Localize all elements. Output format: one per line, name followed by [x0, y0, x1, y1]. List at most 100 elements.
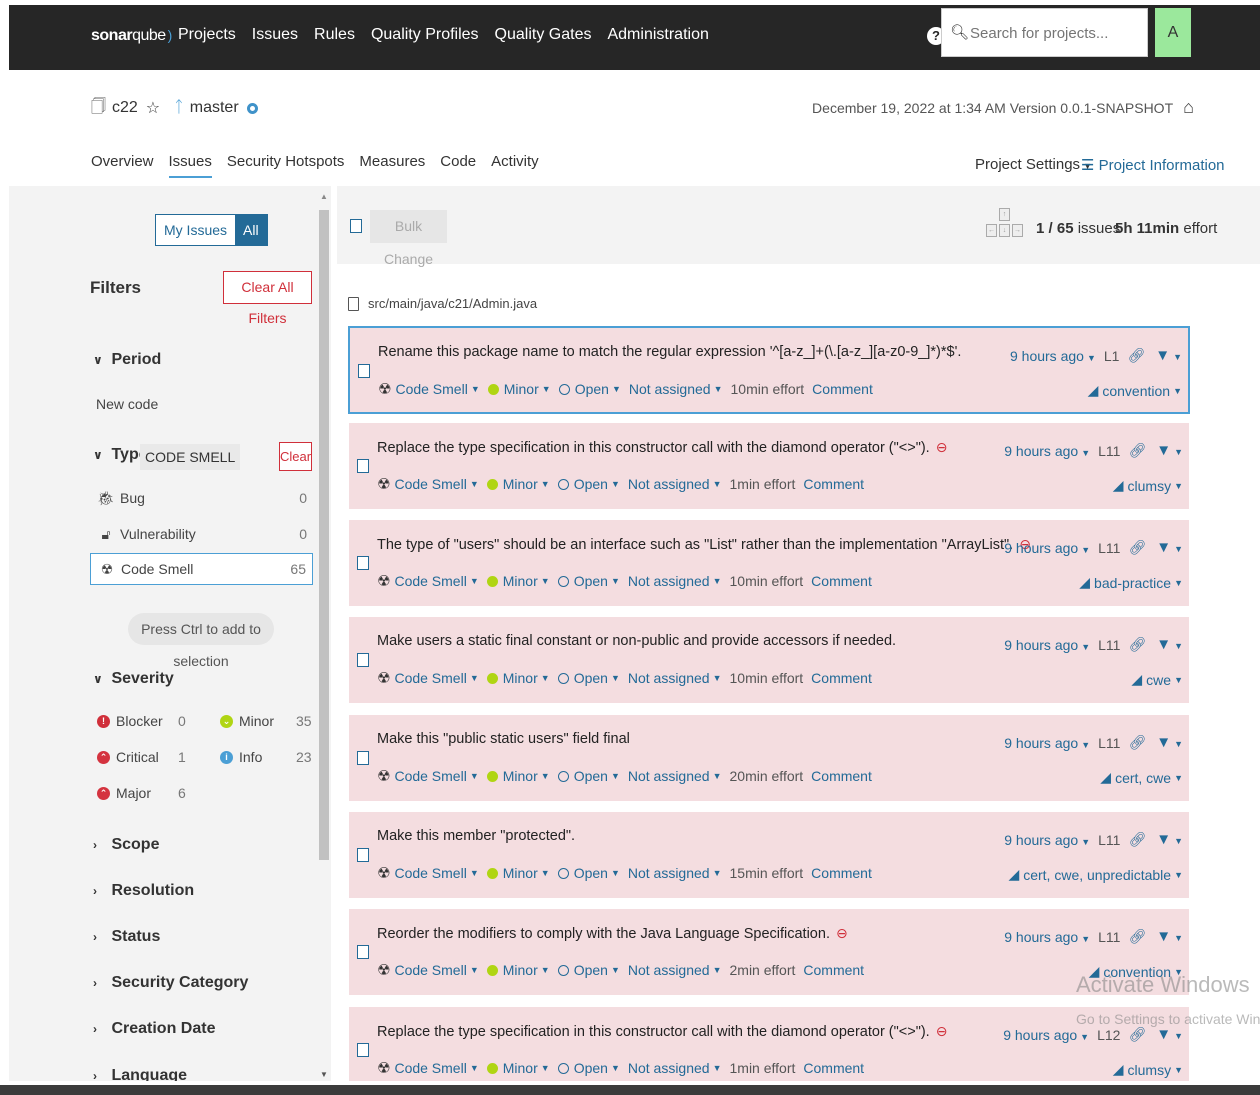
nav-quality-profiles[interactable]: Quality Profiles [371, 26, 479, 44]
issue-card[interactable]: Make this member "protected". ☢ Code Smell… [349, 812, 1189, 898]
nav-rules[interactable]: Rules [314, 26, 355, 44]
issue-card[interactable]: Reorder the modifiers to comply with the… [349, 909, 1189, 995]
issue-tags[interactable]: ◢ clumsy ▼ [1113, 1061, 1183, 1078]
issue-assignee-dropdown[interactable]: Not assigned ▼ [628, 476, 722, 492]
permalink-icon[interactable]: 🔗︎ [1128, 928, 1146, 945]
project-settings-menu[interactable]: Project Settings ▼ [975, 156, 1092, 173]
issue-creation-time[interactable]: 9 hours ago ▼ [1004, 540, 1090, 556]
tab-issues[interactable]: Issues [168, 153, 212, 178]
tab-overview[interactable]: Overview [91, 153, 154, 178]
issue-card[interactable]: The type of "users" should be an interfa… [349, 520, 1189, 606]
issue-card[interactable]: Make users a static final constant or no… [349, 617, 1189, 703]
issue-assignee-dropdown[interactable]: Not assigned ▼ [629, 381, 723, 397]
issue-type-dropdown[interactable]: ☢ Code Smell ▼ [377, 572, 479, 590]
issue-card[interactable]: Rename this package name to match the re… [348, 326, 1190, 414]
issue-creation-time[interactable]: 9 hours ago ▼ [1010, 348, 1096, 364]
issue-type-dropdown[interactable]: ☢ Code Smell ▼ [377, 767, 479, 785]
select-all-checkbox[interactable] [350, 219, 362, 233]
home-icon[interactable]: ⌂ [1183, 97, 1194, 118]
issue-message[interactable]: Reorder the modifiers to comply with the… [377, 925, 848, 942]
user-avatar[interactable]: A [1155, 8, 1191, 57]
issue-creation-time[interactable]: 9 hours ago ▼ [1003, 1027, 1089, 1043]
filter-icon[interactable]: ▼ ▼ [1156, 636, 1183, 653]
all-issues-button[interactable]: All [235, 215, 267, 245]
project-information-link[interactable]: ☰ Project Information [1081, 156, 1225, 174]
issue-checkbox[interactable] [357, 945, 369, 959]
issue-creation-time[interactable]: 9 hours ago ▼ [1004, 443, 1090, 459]
filter-icon[interactable]: ▼ ▼ [1156, 442, 1183, 459]
issue-checkbox[interactable] [357, 848, 369, 862]
bulk-change-button[interactable]: Bulk Change [370, 210, 447, 267]
issue-assignee-dropdown[interactable]: Not assigned ▼ [628, 1060, 722, 1076]
issue-type-dropdown[interactable]: ☢ Code Smell ▼ [377, 1059, 479, 1077]
issue-tags[interactable]: ◢ cert, cwe ▼ [1100, 769, 1183, 786]
issue-comment-link[interactable]: Comment [811, 573, 872, 589]
nav-issues[interactable]: Issues [252, 26, 298, 44]
permalink-icon[interactable]: 🔗︎ [1127, 347, 1145, 364]
issue-severity-dropdown[interactable]: Minor ▼ [486, 476, 550, 492]
filter-icon[interactable]: ▼ ▼ [1156, 1026, 1183, 1043]
permalink-icon[interactable]: 🔗︎ [1128, 539, 1146, 556]
issue-creation-time[interactable]: 9 hours ago ▼ [1004, 735, 1090, 751]
issue-assignee-dropdown[interactable]: Not assigned ▼ [628, 768, 722, 784]
issue-severity-dropdown[interactable]: Minor ▼ [486, 670, 550, 686]
issue-severity-dropdown[interactable]: Minor ▼ [486, 1060, 550, 1076]
clear-type-button[interactable]: Clear [279, 442, 312, 471]
facet-scope-header[interactable]: › Scope [93, 836, 159, 854]
issue-type-dropdown[interactable]: ☢ Code Smell ▼ [377, 864, 479, 882]
type-filter-bug[interactable]: 🐞︎ Bug 0 [90, 482, 313, 514]
issue-type-dropdown[interactable]: ☢ Code Smell ▼ [377, 961, 479, 979]
issue-checkbox[interactable] [357, 751, 369, 765]
filter-icon[interactable]: ▼ ▼ [1156, 831, 1183, 848]
issue-severity-dropdown[interactable]: Minor ▼ [486, 768, 550, 784]
severity-minor[interactable]: ⌄ Minor [220, 713, 274, 729]
issue-comment-link[interactable]: Comment [811, 768, 872, 784]
my-issues-button[interactable]: My Issues [156, 215, 236, 245]
sonarqube-logo[interactable]: sonarqube) [91, 27, 172, 45]
issue-assignee-dropdown[interactable]: Not assigned ▼ [628, 962, 722, 978]
issue-card[interactable]: Replace the type specification in this c… [349, 423, 1189, 509]
issue-assignee-dropdown[interactable]: Not assigned ▼ [628, 865, 722, 881]
issue-message[interactable]: Make this "public static users" field fi… [377, 731, 630, 747]
issue-tags[interactable]: ◢ cert, cwe, unpredictable ▼ [1008, 866, 1183, 883]
tab-activity[interactable]: Activity [491, 153, 539, 178]
issue-tags[interactable]: ◢ clumsy ▼ [1113, 477, 1183, 494]
issue-comment-link[interactable]: Comment [803, 1060, 864, 1076]
branch-name[interactable]: master [190, 99, 239, 117]
issue-type-dropdown[interactable]: ☢ Code Smell ▼ [377, 475, 479, 493]
issue-status-dropdown[interactable]: Open ▼ [557, 865, 620, 881]
filter-icon[interactable]: ▼ ▼ [1155, 347, 1182, 364]
issue-severity-dropdown[interactable]: Minor ▼ [486, 573, 550, 589]
issue-message[interactable]: The type of "users" should be an interfa… [377, 536, 1031, 553]
facet-security-category-header[interactable]: › Security Category [93, 974, 248, 992]
permalink-icon[interactable]: 🔗︎ [1128, 1026, 1146, 1043]
issue-creation-time[interactable]: 9 hours ago ▼ [1004, 637, 1090, 653]
scroll-down-icon[interactable]: ▼ [320, 1070, 328, 1079]
facet-resolution-header[interactable]: › Resolution [93, 882, 194, 900]
facet-creation-date-header[interactable]: › Creation Date [93, 1020, 215, 1038]
issue-checkbox[interactable] [358, 364, 370, 378]
issue-severity-dropdown[interactable]: Minor ▼ [486, 962, 550, 978]
filter-icon[interactable]: ▼ ▼ [1156, 928, 1183, 945]
issue-assignee-dropdown[interactable]: Not assigned ▼ [628, 670, 722, 686]
issue-status-dropdown[interactable]: Open ▼ [557, 670, 620, 686]
issue-comment-link[interactable]: Comment [811, 865, 872, 881]
issue-status-dropdown[interactable]: Open ▼ [557, 476, 620, 492]
issue-message[interactable]: Make users a static final constant or no… [377, 633, 896, 649]
search-input[interactable] [970, 19, 1140, 47]
nav-quality-gates[interactable]: Quality Gates [495, 26, 592, 44]
permalink-icon[interactable]: 🔗︎ [1128, 636, 1146, 653]
issue-message[interactable]: Replace the type specification in this c… [377, 439, 947, 456]
issue-type-dropdown[interactable]: ☢ Code Smell ▼ [378, 380, 480, 398]
issue-status-dropdown[interactable]: Open ▼ [557, 962, 620, 978]
issue-tags[interactable]: ◢ cwe ▼ [1131, 671, 1183, 688]
issue-comment-link[interactable]: Comment [803, 476, 864, 492]
issue-status-dropdown[interactable]: Open ▼ [558, 381, 621, 397]
issue-tags[interactable]: ◢ convention ▼ [1088, 382, 1182, 399]
sidebar-scrollbar[interactable]: ▲ ▼ [319, 190, 329, 1080]
issue-comment-link[interactable]: Comment [803, 962, 864, 978]
facet-status-header[interactable]: › Status [93, 928, 160, 946]
tab-code[interactable]: Code [440, 153, 476, 178]
issue-creation-time[interactable]: 9 hours ago ▼ [1004, 832, 1090, 848]
issue-creation-time[interactable]: 9 hours ago ▼ [1004, 929, 1090, 945]
